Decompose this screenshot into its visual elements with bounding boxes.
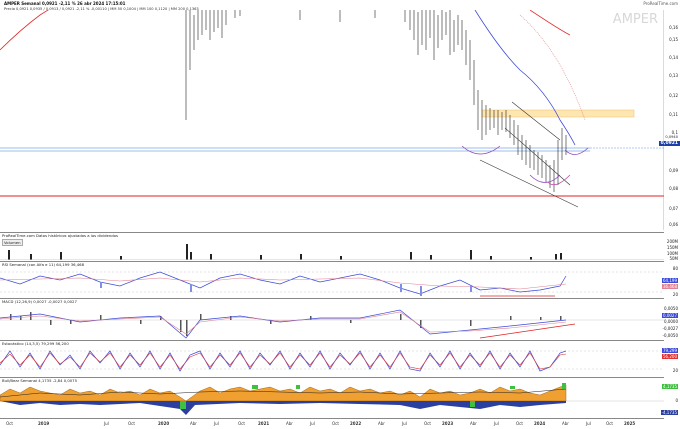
x-tick: Oct — [238, 421, 245, 426]
stoch-chart[interactable] — [0, 345, 664, 375]
x-axis-line — [0, 418, 664, 419]
price-tick: 0,13 — [669, 73, 678, 78]
price-tick: 0,12 — [669, 93, 678, 98]
x-tick: Abr — [470, 421, 477, 426]
x-tick: Jul — [104, 421, 109, 426]
panel-separator — [0, 298, 664, 299]
channel-line — [479, 159, 579, 208]
price-label-small: 0,0940 — [665, 135, 678, 139]
x-tick: 2020 — [158, 421, 170, 426]
volume-panel-title: ProRealTime.com Datos históricos ajustad… — [2, 233, 118, 238]
price-tick: 0,15 — [669, 37, 678, 42]
macd-tick: 0,0000 — [664, 319, 678, 324]
bull-bear-chart[interactable] — [0, 383, 664, 417]
x-tick: Jul — [214, 421, 219, 426]
ma100-line — [0, 10, 49, 51]
panel-separator — [0, 377, 664, 378]
x-tick: Oct — [128, 421, 135, 426]
volume-chart[interactable] — [0, 240, 664, 260]
rsi-tick: 64,199 — [662, 278, 678, 283]
x-tick: 2023 — [442, 421, 454, 426]
site-label: ProRealTime.com — [643, 1, 678, 6]
price-chart[interactable] — [0, 10, 664, 230]
arc-pattern — [529, 174, 561, 183]
x-tick: Oct — [332, 421, 339, 426]
x-tick: 2024 — [534, 421, 546, 426]
x-tick: Abr — [562, 421, 569, 426]
macd-tick: -0,0050 — [662, 333, 678, 338]
volume-tick: 200M — [666, 239, 678, 244]
bull-tick: 0 — [675, 398, 678, 403]
panel-separator — [0, 261, 664, 262]
price-tick: 0,07 — [669, 206, 678, 211]
x-tick: Oct — [606, 421, 613, 426]
stoch-tick: 56,200 — [662, 354, 678, 359]
x-tick: Jul — [402, 421, 407, 426]
bull-tick: 4,1735 — [662, 384, 678, 389]
price-tick: 0,14 — [669, 55, 678, 60]
rsi-tick: 20 — [672, 292, 678, 297]
x-tick: Abr — [286, 421, 293, 426]
price-tick: 0,09 — [669, 168, 678, 173]
bull-tick: -4,1735 — [660, 410, 678, 415]
price-tick: 0,11 — [669, 112, 678, 117]
macd-tick: 0,0050 — [664, 306, 678, 311]
arc-pattern — [461, 145, 501, 155]
rsi-chart[interactable] — [0, 266, 664, 298]
volume-tick: 50M — [669, 256, 678, 261]
last-price-badge: 0,0921 — [658, 141, 680, 146]
x-tick: Abr — [378, 421, 385, 426]
rsi-tick: 36,468 — [662, 284, 678, 289]
x-tick: 2022 — [350, 421, 362, 426]
stoch-tick: 79,299 — [662, 348, 678, 353]
x-tick: 2025 — [624, 421, 636, 426]
x-tick: Oct — [424, 421, 431, 426]
arc-pattern — [547, 174, 571, 186]
panel-separator — [0, 340, 664, 341]
stoch-tick: 20 — [672, 368, 678, 373]
x-tick: 2021 — [258, 421, 270, 426]
x-tick: Jul — [310, 421, 315, 426]
price-tick: 0,16 — [669, 25, 678, 30]
x-tick: Oct — [6, 421, 13, 426]
price-tick: 0,06 — [669, 222, 678, 227]
x-tick: Jul — [494, 421, 499, 426]
rsi-tick: 80 — [672, 266, 678, 271]
price-candles — [185, 10, 567, 192]
chart-title: AMPER Semanal 0,0921 -2,11 % 26 abr 2024… — [4, 1, 126, 6]
x-tick: Oct — [516, 421, 523, 426]
x-tick: 2019 — [38, 421, 50, 426]
ma200-dotted — [519, 14, 586, 121]
x-tick: Jul — [586, 421, 591, 426]
price-tick: 0,08 — [669, 186, 678, 191]
macd-tick: 0,0027 — [662, 313, 678, 318]
macd-chart[interactable] — [0, 304, 664, 340]
x-tick: Abr — [190, 421, 197, 426]
macd-tick: -0,0027 — [662, 326, 678, 331]
x-axis: Oct 2019 Jul Oct 2020 Abr Jul Oct 2021 A… — [0, 421, 664, 429]
volume-tick: 150M — [666, 245, 678, 250]
